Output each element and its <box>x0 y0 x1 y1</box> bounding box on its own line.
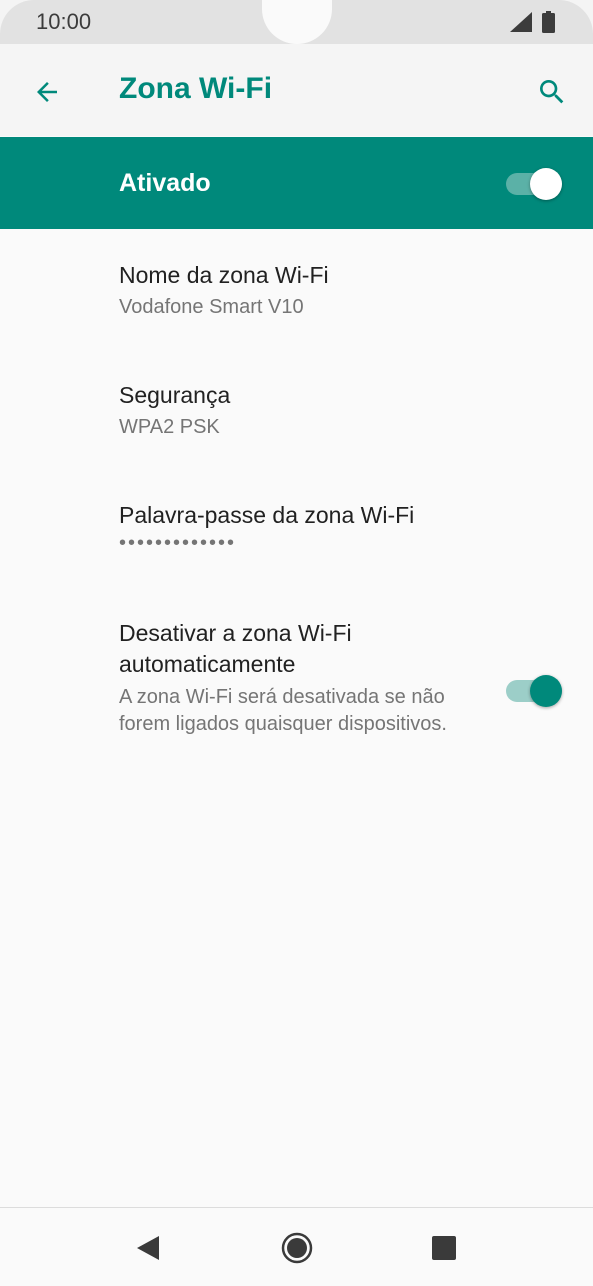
hotspot-name-title: Nome da zona Wi-Fi <box>119 262 329 288</box>
back-button[interactable] <box>20 68 74 116</box>
nav-recents-button[interactable] <box>422 1226 466 1270</box>
status-bar: 10:00 <box>0 0 593 44</box>
hotspot-toggle[interactable] <box>506 166 562 202</box>
password-title: Palavra-passe da zona Wi-Fi <box>119 502 415 528</box>
status-clock: 10:00 <box>36 9 92 34</box>
auto-off-title: Desativar a zona Wi-Fi automaticamente <box>119 620 352 677</box>
auto-off-summary: A zona Wi-Fi será desativada se não fore… <box>119 686 447 735</box>
auto-off-toggle[interactable] <box>506 673 562 709</box>
camera-notch <box>262 0 332 44</box>
triangle-back-icon <box>137 1236 159 1260</box>
toggle-thumb <box>530 168 562 200</box>
hotspot-name-setting[interactable]: Nome da zona Wi-Fi Vodafone Smart V10 <box>0 230 593 348</box>
nav-back-button[interactable] <box>126 1226 170 1270</box>
page-title: Zona Wi-Fi <box>119 72 273 105</box>
search-icon <box>540 80 564 104</box>
hotspot-name-value: Vodafone Smart V10 <box>119 296 304 318</box>
security-setting[interactable]: Segurança WPA2 PSK <box>0 350 593 468</box>
search-button[interactable] <box>528 68 576 116</box>
toggle-thumb <box>530 675 562 707</box>
circle-home-icon <box>281 1232 313 1264</box>
screen: 10:00 Zona Wi-Fi Ativado Nome da zona Wi… <box>0 0 593 1286</box>
master-switch-label: Ativado <box>119 169 211 197</box>
battery-icon <box>542 11 555 33</box>
square-recents-icon <box>432 1236 456 1260</box>
auto-off-setting[interactable]: Desativar a zona Wi-Fi automaticamente A… <box>0 590 593 780</box>
hotspot-master-switch-bar[interactable]: Ativado <box>0 137 593 229</box>
signal-icon <box>510 12 532 32</box>
arrow-back-icon <box>37 82 57 102</box>
security-title: Segurança <box>119 382 231 408</box>
password-setting[interactable]: Palavra-passe da zona Wi-Fi ••••••••••••… <box>0 470 593 588</box>
navigation-bar <box>0 1208 593 1286</box>
app-bar: Zona Wi-Fi <box>0 44 593 136</box>
nav-home-button[interactable] <box>275 1226 319 1270</box>
security-value: WPA2 PSK <box>119 416 220 438</box>
password-value: ••••••••••••• <box>119 532 237 554</box>
